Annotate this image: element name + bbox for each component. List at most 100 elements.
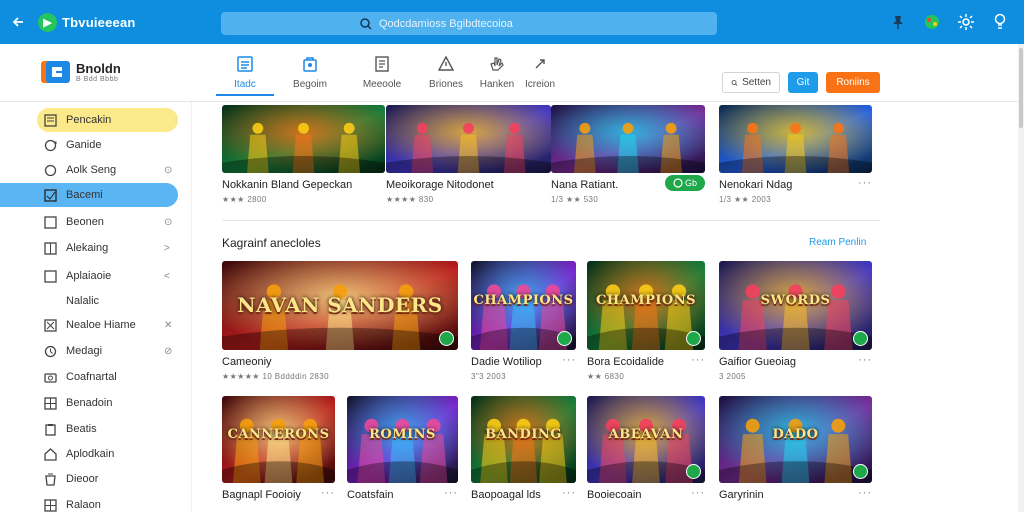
- play-icon: [673, 178, 683, 188]
- card-title: Nenokari Ndag: [719, 179, 793, 191]
- git-button[interactable]: Git: [788, 72, 818, 93]
- document-icon: [375, 56, 389, 72]
- card-meta: ★★★★ 830: [386, 195, 434, 204]
- sidebar-item-pencakin[interactable]: Pencakin: [0, 108, 192, 132]
- tab-label: Briones: [429, 79, 463, 90]
- note-icon: [44, 113, 57, 127]
- search-bar[interactable]: [221, 12, 717, 35]
- globe-icon[interactable]: [922, 12, 942, 32]
- game-thumbnail[interactable]: CHAMPIONS: [587, 261, 705, 350]
- section-link[interactable]: Ream Penlin: [809, 237, 866, 248]
- game-thumbnail[interactable]: [386, 105, 551, 173]
- more-options-icon[interactable]: ···: [858, 487, 872, 499]
- brand-logo-icon: ▶: [38, 13, 57, 32]
- tab-meeoole[interactable]: Meeoole: [346, 52, 418, 96]
- game-thumbnail[interactable]: DADO: [719, 396, 872, 483]
- play-icon[interactable]: [853, 331, 868, 346]
- sidebar-item-alekaing[interactable]: Alekaing >: [0, 236, 192, 260]
- sidebar-item-aolk-seng[interactable]: Aolk Seng ⊙: [0, 158, 192, 182]
- sidebar-item-nealoe-hiame[interactable]: Nealoe Hiame ✕: [0, 313, 192, 337]
- settings-icon[interactable]: [956, 12, 976, 32]
- pin-icon[interactable]: [888, 12, 908, 32]
- sidebar-item-indicator: ✕: [164, 319, 173, 331]
- thumbnail-title-art: SWORDS: [760, 293, 831, 308]
- more-options-icon[interactable]: ···: [691, 354, 705, 366]
- sidebar-item-benadoin[interactable]: Benadoin: [0, 391, 192, 415]
- sidebar-item-dieoor[interactable]: Dieoor: [0, 467, 192, 491]
- game-thumbnail[interactable]: CANNERONS: [222, 396, 335, 483]
- featured-badge[interactable]: Gb: [665, 175, 705, 191]
- check-icon: [44, 188, 57, 202]
- thumbnail-title-art: CANNERONS: [227, 427, 330, 442]
- sidebar-item-label: Medagi: [66, 345, 103, 357]
- more-options-icon[interactable]: ···: [562, 487, 576, 499]
- card-title: Baopoagal lds: [471, 489, 541, 501]
- card-meta: 3"3 2003: [471, 372, 506, 381]
- more-options-icon[interactable]: ···: [444, 487, 458, 499]
- sidebar-item-medagi[interactable]: Medagi ⊘: [0, 339, 192, 363]
- more-options-icon[interactable]: ···: [858, 177, 872, 189]
- play-icon[interactable]: [557, 331, 572, 346]
- board-icon: [44, 241, 57, 255]
- game-thumbnail[interactable]: [551, 105, 705, 173]
- search-input[interactable]: [379, 17, 579, 30]
- sidebar-item-beonen[interactable]: Beonen ⊙: [0, 210, 192, 234]
- tab-briones[interactable]: Briones: [418, 52, 474, 96]
- tab-itadc[interactable]: Itadc: [216, 52, 274, 96]
- tab-label: Hanken: [479, 79, 515, 90]
- sidebar-item-nalalic[interactable]: Nalalic: [0, 289, 192, 313]
- sidebar-item-beatis[interactable]: Beatis: [0, 417, 192, 441]
- sidebar-item-bacemi[interactable]: Bacemi: [0, 183, 192, 207]
- tab-begoim[interactable]: Begoim: [274, 52, 346, 96]
- search-icon: [360, 17, 372, 30]
- sidebar-item-ralaon[interactable]: Ralaon: [0, 493, 192, 512]
- roniins-button[interactable]: Roniins: [826, 72, 880, 93]
- clock-icon: [44, 345, 57, 357]
- header-search-label: Setten: [742, 77, 771, 88]
- back-button[interactable]: [8, 12, 28, 32]
- more-options-icon[interactable]: ···: [691, 487, 705, 499]
- sidebar-item-aplodkain[interactable]: Aplodkain: [0, 442, 192, 466]
- sidebar-item-coafnartal[interactable]: Coafnartal: [0, 365, 192, 389]
- play-icon[interactable]: [853, 464, 868, 479]
- more-options-icon[interactable]: ···: [562, 354, 576, 366]
- card-title: Bora Ecoidalide: [587, 356, 665, 368]
- play-icon[interactable]: [686, 464, 701, 479]
- tab-label: Begoim: [293, 79, 327, 90]
- sidebar-item-label: Dieoor: [66, 473, 99, 485]
- game-thumbnail[interactable]: [222, 105, 385, 173]
- app-name: Bnoldn: [76, 61, 121, 76]
- card-title: Booiecoain: [587, 489, 642, 501]
- more-options-icon[interactable]: ···: [321, 487, 335, 499]
- game-thumbnail[interactable]: BANDING: [471, 396, 576, 483]
- game-thumbnail[interactable]: NAVAN SANDERS: [222, 261, 458, 350]
- sidebar-item-label: Nealoe Hiame: [66, 319, 136, 331]
- card-title: Meoikorage Nitodonet: [386, 179, 494, 191]
- scrollbar-thumb[interactable]: [1019, 48, 1023, 128]
- tab-icreion[interactable]: Icreion: [520, 52, 560, 96]
- sidebar-item-label: Beonen: [66, 216, 104, 228]
- tab-hanken[interactable]: Hanken: [474, 52, 520, 96]
- square-icon: [44, 215, 57, 229]
- grid-icon: [44, 396, 57, 410]
- header-search-button[interactable]: Setten: [722, 72, 780, 93]
- game-thumbnail[interactable]: [719, 105, 872, 173]
- sidebar-item-aplaiaoie[interactable]: Aplaiaoie <: [0, 264, 192, 288]
- more-options-icon[interactable]: ···: [858, 354, 872, 366]
- hand-icon: [490, 57, 504, 71]
- game-thumbnail[interactable]: SWORDS: [719, 261, 872, 350]
- game-thumbnail[interactable]: CHAMPIONS: [471, 261, 576, 350]
- scrollbar[interactable]: [1018, 44, 1024, 512]
- loop-icon: [44, 139, 57, 151]
- sidebar-item-ganide[interactable]: Ganide: [0, 133, 192, 157]
- sidebar-item-label: Aplodkain: [66, 448, 115, 460]
- play-icon[interactable]: [686, 331, 701, 346]
- play-icon[interactable]: [439, 331, 454, 346]
- card-title: Coatsfain: [347, 489, 394, 501]
- bulb-icon[interactable]: [990, 12, 1010, 32]
- card-meta: ★★★★★ 10 Bddddin 2830: [222, 372, 329, 381]
- game-thumbnail[interactable]: ROMINS: [347, 396, 458, 483]
- grid-icon: [44, 498, 57, 512]
- game-thumbnail[interactable]: ABEAVAN: [587, 396, 705, 483]
- warning-icon: [437, 55, 455, 71]
